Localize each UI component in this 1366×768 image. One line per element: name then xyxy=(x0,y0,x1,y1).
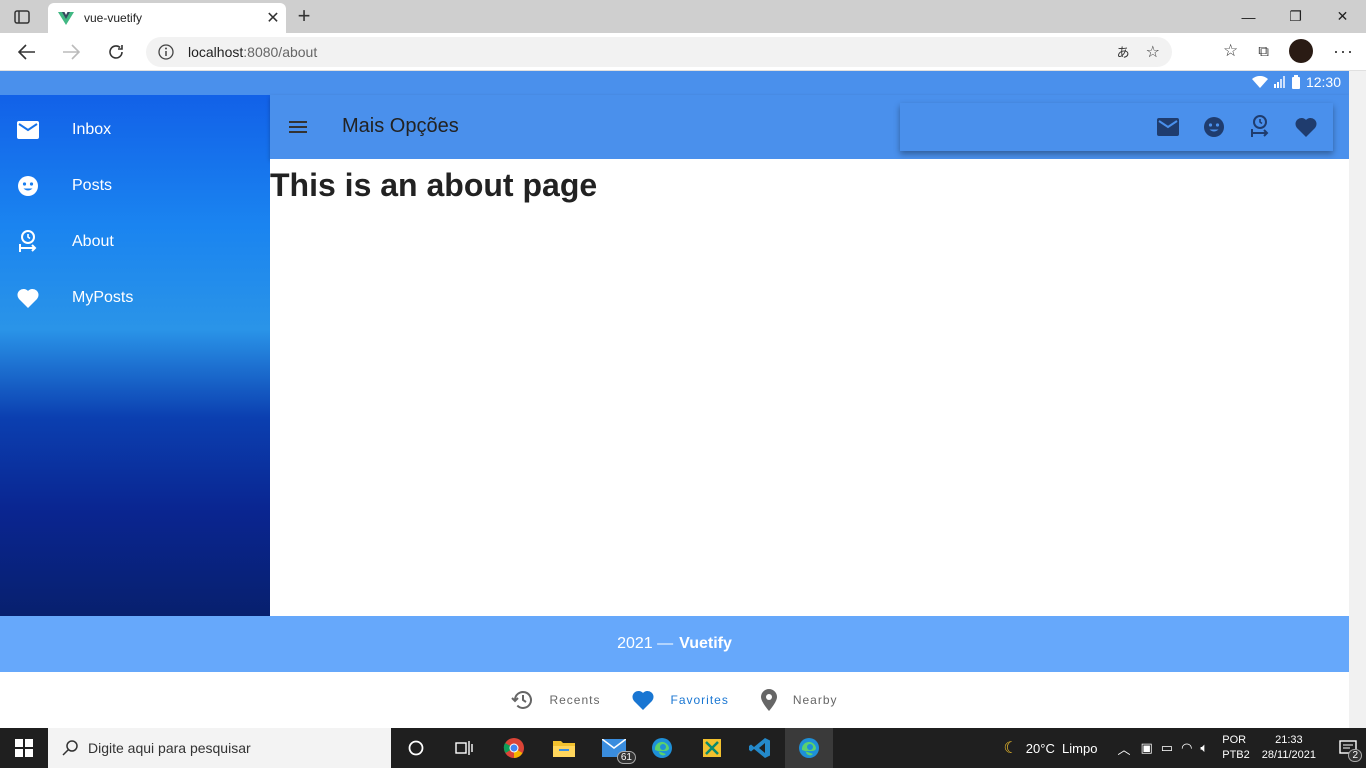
volume-icon[interactable]: 🔈︎ xyxy=(1200,740,1208,756)
edge-icon[interactable] xyxy=(638,728,686,768)
notification-badge: 2 xyxy=(1348,749,1362,762)
emoticon-icon[interactable] xyxy=(1203,116,1225,138)
profile-avatar[interactable] xyxy=(1289,39,1314,63)
clock-time: 21:33 xyxy=(1275,734,1303,746)
app-toolbar: Mais Opções xyxy=(270,95,1349,159)
bottom-nav-label: Nearby xyxy=(792,693,838,707)
snipping-tool-icon[interactable] xyxy=(688,728,736,768)
heart-icon xyxy=(632,690,655,710)
battery-icon xyxy=(1291,75,1300,89)
page-heading: This is an about page xyxy=(270,167,598,203)
add-favorite-icon[interactable]: ☆ xyxy=(1146,42,1160,62)
bottom-nav-nearby[interactable]: Nearby xyxy=(745,689,854,711)
main-content: This is an about page xyxy=(270,159,1349,616)
reload-icon[interactable] xyxy=(103,40,129,64)
translate-icon[interactable]: あ xyxy=(1117,42,1130,62)
system-tray: ☾ 20°C Limpo ︿ ▣ ▭ ◠ 🔈︎ POR PTB2 21:33 2… xyxy=(1003,728,1366,768)
heart-icon xyxy=(17,288,39,308)
system-status-bar: 12:30 xyxy=(0,71,1349,95)
drawer-item-posts[interactable]: Posts xyxy=(0,158,270,214)
clock[interactable]: 21:33 28/11/2021 xyxy=(1262,733,1316,763)
drawer-item-about[interactable]: About xyxy=(0,214,270,270)
history-icon xyxy=(511,691,533,709)
search-icon xyxy=(62,740,78,756)
back-icon[interactable] xyxy=(14,40,40,64)
taskbar-search[interactable]: Digite aqui para pesquisar xyxy=(48,728,391,768)
chrome-icon[interactable] xyxy=(490,728,538,768)
restore-icon[interactable]: ❐ xyxy=(1272,0,1319,33)
meet-now-icon[interactable]: ▣ xyxy=(1140,740,1152,756)
account-clock-icon[interactable] xyxy=(1249,115,1271,139)
bottom-nav-recents[interactable]: Recents xyxy=(495,690,616,710)
drawer-item-inbox[interactable]: Inbox xyxy=(0,102,270,158)
menu-icon[interactable] xyxy=(286,115,310,139)
clock-date: 28/11/2021 xyxy=(1261,749,1316,761)
chevron-up-icon[interactable]: ︿ xyxy=(1117,739,1130,758)
vue-logo-icon xyxy=(58,12,74,25)
signal-icon xyxy=(1273,76,1285,88)
edge-active-icon[interactable] xyxy=(785,728,833,768)
search-placeholder: Digite aqui para pesquisar xyxy=(88,740,251,756)
app-footer: 2021 — Vuetify xyxy=(0,616,1349,672)
windows-taskbar: Digite aqui para pesquisar 61 ☾ 20°C Lim… xyxy=(0,728,1366,768)
cortana-icon[interactable] xyxy=(392,728,440,768)
browser-toolbar: localhost:8080/about あ ☆ ☆ ⧉ ··· xyxy=(0,33,1366,71)
drawer-item-label: Inbox xyxy=(72,121,112,138)
task-view-icon[interactable] xyxy=(440,728,488,768)
vscode-icon[interactable] xyxy=(736,728,784,768)
mail-icon xyxy=(17,121,39,139)
footer-brand: Vuetify xyxy=(679,635,732,652)
notification-center-icon[interactable]: 2 xyxy=(1330,728,1366,768)
url-host: localhost xyxy=(188,44,244,60)
browser-tab[interactable]: vue-vuetify ✕ xyxy=(48,3,286,33)
status-time: 12:30 xyxy=(1305,74,1341,90)
battery-tray-icon[interactable]: ▭ xyxy=(1161,740,1173,756)
window-close-icon[interactable]: ✕ xyxy=(1319,0,1366,33)
mail-icon[interactable] xyxy=(1157,118,1179,136)
minimize-icon[interactable]: — xyxy=(1225,0,1272,33)
page-scrollbar[interactable] xyxy=(1349,71,1366,728)
language-indicator[interactable]: POR PTB2 xyxy=(1222,733,1250,763)
windows-start-icon[interactable] xyxy=(0,728,48,768)
heart-icon[interactable] xyxy=(1295,117,1317,137)
drawer-item-label: MyPosts xyxy=(72,289,134,306)
url-path: :8080/about xyxy=(243,44,318,60)
tab-actions-icon[interactable] xyxy=(10,7,34,27)
address-bar[interactable]: localhost:8080/about あ ☆ xyxy=(146,37,1172,67)
bottom-navigation: Recents Favorites Nearby xyxy=(0,672,1349,728)
info-icon[interactable] xyxy=(158,44,174,60)
mail-badge: 61 xyxy=(616,751,636,764)
favorites-icon[interactable]: ☆ xyxy=(1223,41,1238,61)
forward-icon[interactable] xyxy=(58,40,84,64)
weather-moon-icon[interactable]: ☾ xyxy=(1003,738,1017,758)
file-explorer-icon[interactable] xyxy=(540,728,588,768)
new-tab-icon[interactable]: + xyxy=(292,5,316,28)
drawer-item-label: About xyxy=(72,233,114,250)
tab-close-icon[interactable]: ✕ xyxy=(260,8,286,28)
bottom-nav-favorites[interactable]: Favorites xyxy=(616,690,744,710)
network-icon[interactable]: ◠ xyxy=(1181,740,1192,756)
browser-tab-strip: vue-vuetify ✕ + — ❐ ✕ xyxy=(0,0,1366,33)
collections-icon[interactable]: ⧉ xyxy=(1258,43,1269,60)
toolbar-title: Mais Opções xyxy=(342,115,459,137)
footer-year: 2021 — xyxy=(617,635,674,652)
navigation-drawer: Inbox Posts About MyPosts xyxy=(0,95,270,616)
map-marker-icon xyxy=(760,689,777,711)
account-clock-icon xyxy=(19,230,37,252)
more-menu-icon[interactable]: ··· xyxy=(1333,41,1354,62)
drawer-item-myposts[interactable]: MyPosts xyxy=(0,270,270,326)
bottom-nav-label: Recents xyxy=(549,693,601,707)
weather-text[interactable]: 20°C Limpo xyxy=(1026,741,1098,756)
bottom-nav-label: Favorites xyxy=(670,693,729,707)
wifi-icon xyxy=(1251,76,1268,88)
emoticon-icon xyxy=(18,176,38,196)
drawer-item-label: Posts xyxy=(72,177,113,194)
mail-app-icon[interactable]: 61 xyxy=(590,728,638,768)
toolbar-actions xyxy=(900,103,1333,151)
tab-title: vue-vuetify xyxy=(84,11,143,25)
